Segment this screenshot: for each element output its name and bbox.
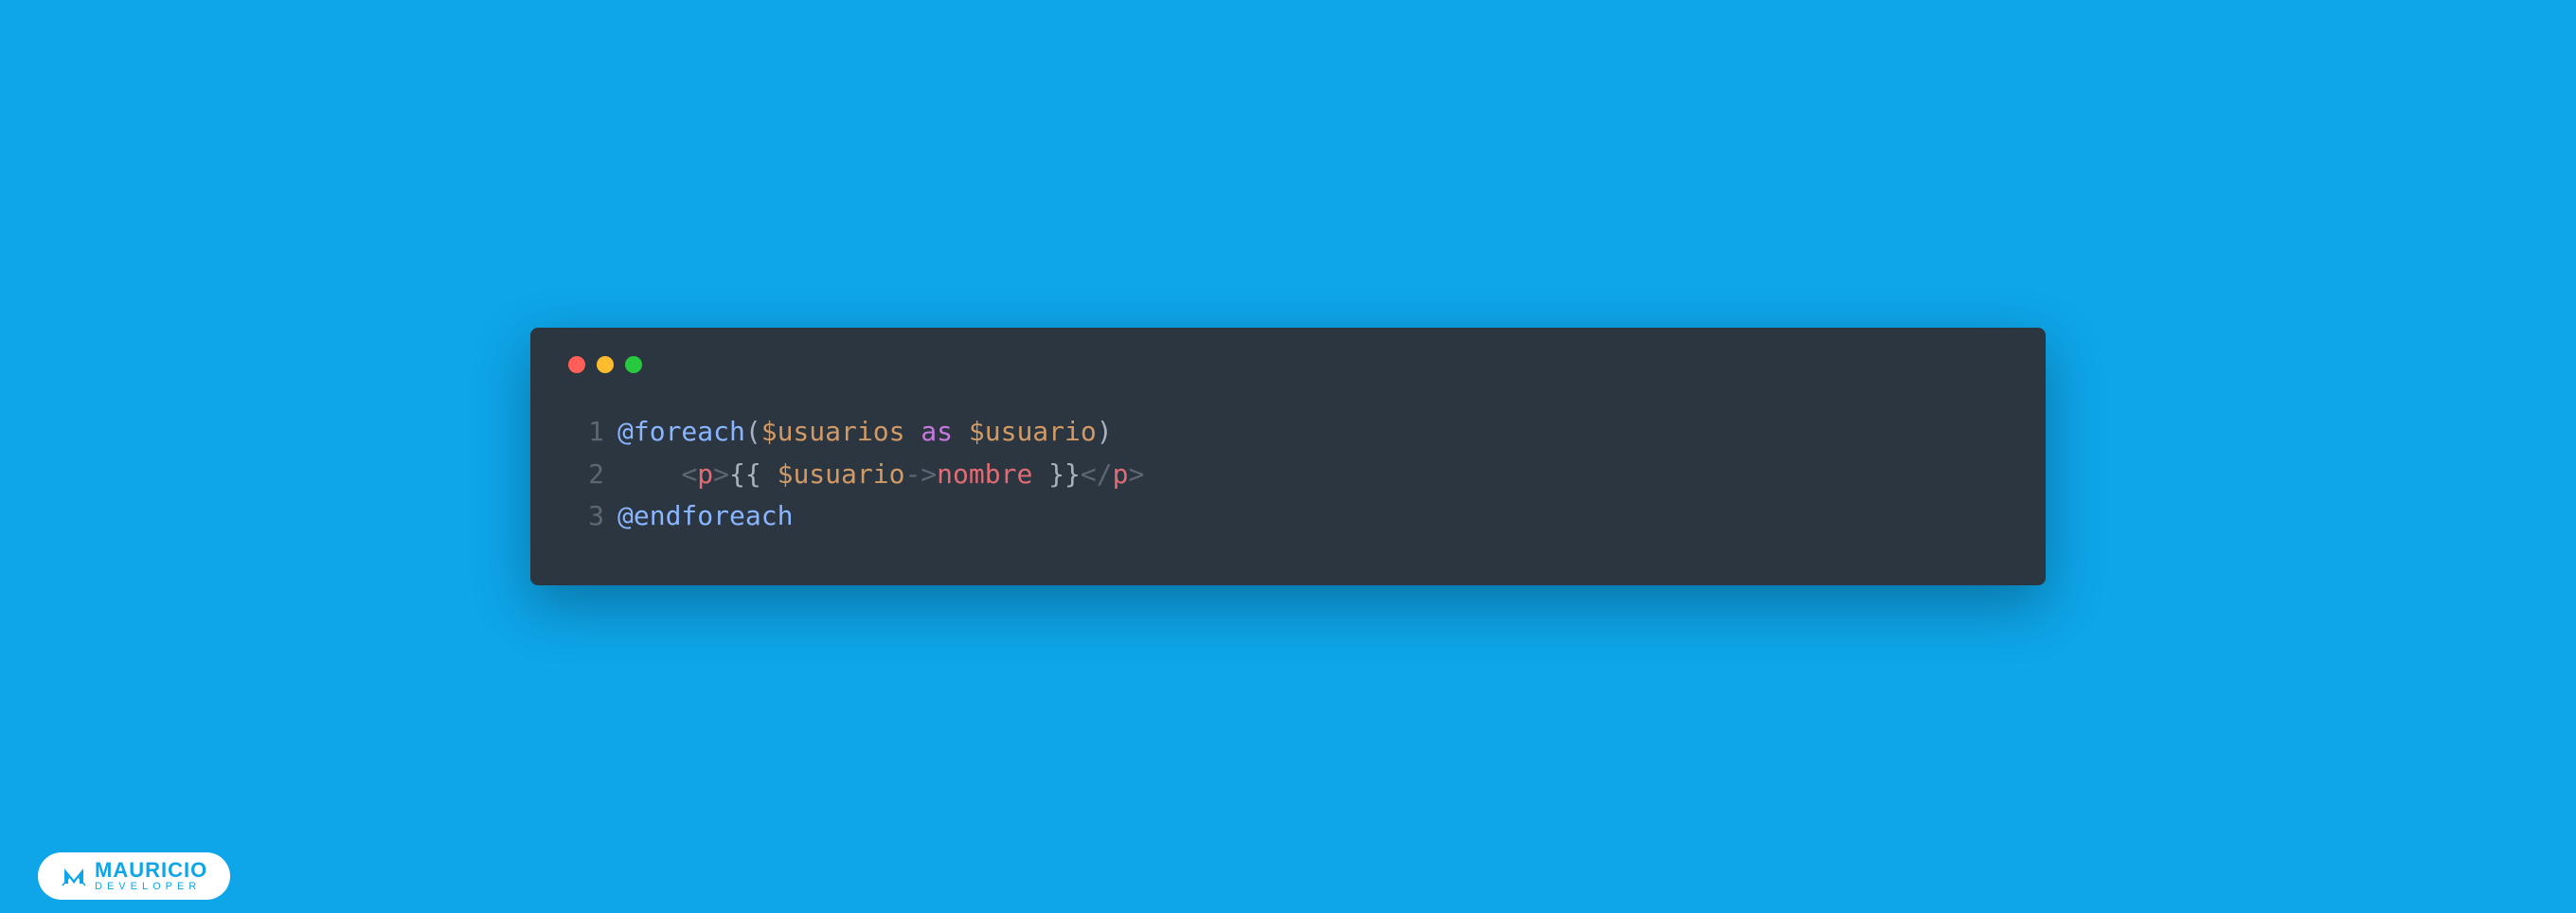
window-controls [568, 356, 2008, 373]
space-token [904, 411, 921, 454]
property-token: nombre [937, 454, 1032, 496]
paren-token: ( [745, 411, 761, 454]
tag-token: > [1128, 454, 1144, 496]
tag-token: < [681, 454, 697, 496]
directive-token: @endforeach [617, 495, 793, 538]
directive-token: @foreach [617, 411, 745, 454]
line-number: 3 [568, 495, 604, 538]
brace-token: }} [1032, 454, 1081, 496]
logo-subtitle: DEVELOPER [95, 882, 207, 892]
close-icon[interactable] [568, 356, 585, 373]
maximize-icon[interactable] [625, 356, 642, 373]
tag-token: </ [1081, 454, 1113, 496]
tagname-token: p [1113, 454, 1129, 496]
variable-token: $usuario [778, 454, 905, 496]
logo-text: MAURICIO DEVELOPER [95, 860, 207, 892]
logo-icon [61, 863, 87, 889]
variable-token: $usuario [969, 411, 1097, 454]
tagname-token: p [697, 454, 713, 496]
code-content: 1 @foreach($usuarios as $usuario) 2 <p>{… [568, 411, 2008, 538]
code-line: 2 <p>{{ $usuario->nombre }}</p> [568, 454, 2008, 496]
code-line: 3 @endforeach [568, 495, 2008, 538]
tag-token: > [713, 454, 729, 496]
variable-token: $usuarios [761, 411, 905, 454]
code-window: 1 @foreach($usuarios as $usuario) 2 <p>{… [530, 328, 2046, 585]
space-token [953, 411, 969, 454]
code-line: 1 @foreach($usuarios as $usuario) [568, 411, 2008, 454]
paren-token: ) [1097, 411, 1113, 454]
arrow-token: -> [904, 454, 937, 496]
keyword-token: as [921, 411, 953, 454]
logo-badge: MAURICIO DEVELOPER [38, 852, 230, 900]
line-number: 2 [568, 454, 604, 496]
indent-token [617, 454, 681, 496]
minimize-icon[interactable] [597, 356, 614, 373]
logo-title: MAURICIO [95, 860, 207, 881]
line-number: 1 [568, 411, 604, 454]
brace-token: {{ [729, 454, 778, 496]
